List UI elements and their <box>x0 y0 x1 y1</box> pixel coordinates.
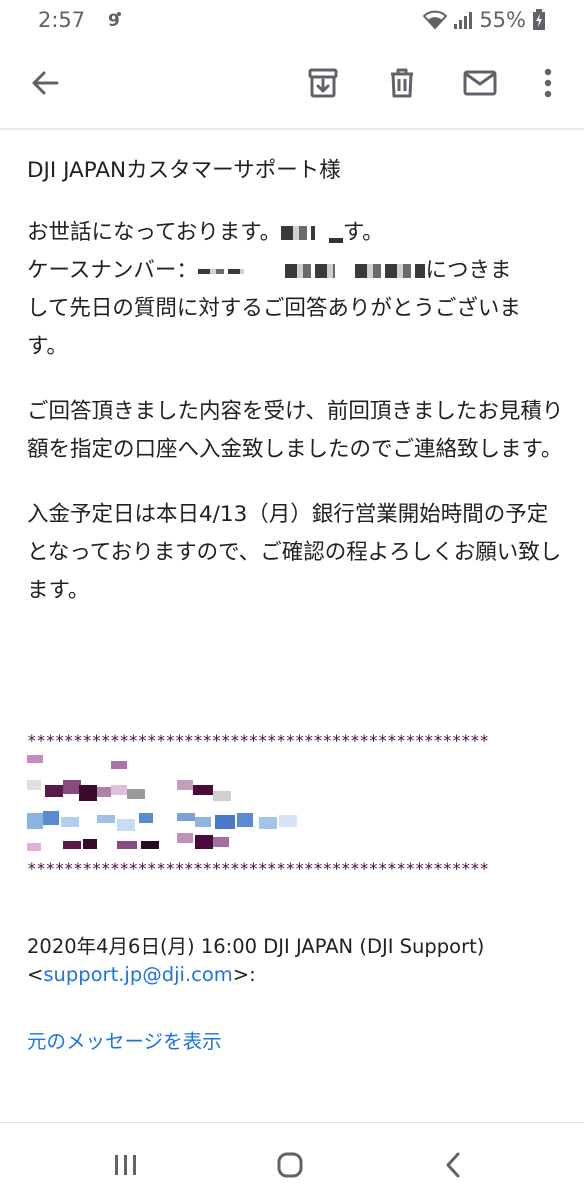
back-arrow-icon[interactable] <box>21 59 69 107</box>
status-left: 2:57 9 <box>38 8 123 32</box>
redacted-case-number-3 <box>355 264 426 278</box>
support-email-link[interactable]: support.jp@dji.com <box>43 963 232 986</box>
signature-separator-bottom: ****************************************… <box>27 860 489 878</box>
archive-icon[interactable] <box>299 59 347 107</box>
more-vert-icon[interactable] <box>524 59 572 107</box>
thanks-line-end: す。 <box>27 334 68 359</box>
notification-icon: 9 <box>107 10 123 30</box>
greeting-text: お世話になっております。 <box>27 220 282 245</box>
quote-close: >: <box>232 963 256 986</box>
status-time: 2:57 <box>38 8 86 32</box>
signature-separator-top: ****************************************… <box>27 732 489 750</box>
redacted-signature <box>27 755 307 855</box>
redacted-case-number-2 <box>284 264 335 278</box>
app-bar <box>0 40 584 130</box>
signal-icon <box>453 10 473 30</box>
redacted-case-number-1 <box>197 268 244 274</box>
system-nav-bar <box>0 1122 584 1200</box>
status-right: 55% <box>423 8 546 32</box>
thanks-line: して先日の質問に対するご回答ありがとうございま <box>27 296 521 321</box>
show-original-link[interactable]: 元のメッセージを表示 <box>27 1025 222 1054</box>
back-nav-icon[interactable] <box>431 1143 475 1187</box>
home-icon[interactable] <box>268 1143 312 1187</box>
quote-open: < <box>27 963 44 986</box>
recent-apps-icon[interactable] <box>104 1143 148 1187</box>
greeting-line: お世話になっております。 す。 <box>27 214 567 252</box>
paragraph-greeting: お世話になっております。 す。 ケースナンバー： につきま して先日の質問に対す… <box>27 214 567 366</box>
case-number-line: ケースナンバー： につきま <box>27 252 567 290</box>
paragraph-schedule: 入金予定日は本日4/13（月）銀行営業開始時間の予定となっておりますので、ご確認… <box>27 502 562 603</box>
redacted-name-2 <box>328 238 343 243</box>
salutation: DJI JAPANカスタマーサポート様 <box>27 158 341 183</box>
case-number-suffix: につきま <box>425 258 512 283</box>
email-body: DJI JAPANカスタマーサポート様 お世話になっております。 す。 ケースナ… <box>27 140 567 610</box>
battery-percent: 55% <box>479 8 526 32</box>
case-number-label: ケースナンバー： <box>27 258 198 283</box>
quote-email-line: <support.jp@dji.com>: <box>27 961 567 989</box>
delete-icon[interactable] <box>378 59 426 107</box>
quote-date-line: 2020年4月6日(月) 16:00 DJI JAPAN (DJI Suppor… <box>27 935 485 958</box>
mark-unread-icon[interactable] <box>456 59 504 107</box>
quote-header: 2020年4月6日(月) 16:00 DJI JAPAN (DJI Suppor… <box>27 933 567 989</box>
wifi-icon <box>423 10 448 30</box>
paragraph-payment: ご回答頂きました内容を受け、前回頂きましたお見積り額を指定の口座へ入金致しました… <box>27 399 564 462</box>
status-bar: 2:57 9 55% <box>0 0 584 40</box>
battery-charging-icon <box>532 9 546 31</box>
redacted-name <box>281 226 316 240</box>
greeting-suffix: す。 <box>342 220 384 245</box>
